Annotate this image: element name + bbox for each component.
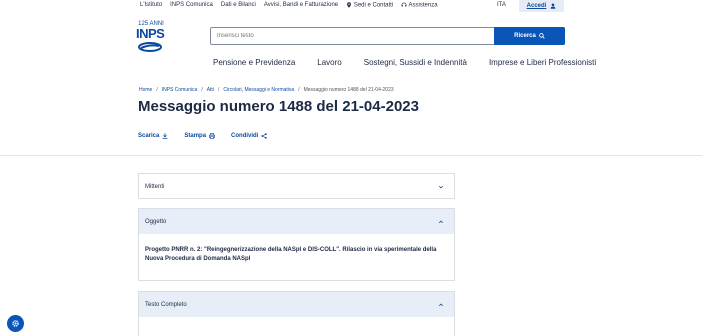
search-icon [539,33,545,39]
accordion-oggetto-body: Progetto PNRR n. 2: "Reingegnerizzazione… [145,247,437,262]
page-actions: Scarica Stampa Condividi [138,133,268,139]
section-divider [0,155,702,156]
utility-link-istituto[interactable]: L'Istituto [140,2,162,9]
breadcrumb-current: Messaggio numero 1488 del 21-04-2023 [303,87,394,93]
gear-icon [12,320,19,327]
search-button-label: Ricerca [514,33,536,39]
language-selector[interactable]: ITA [497,2,506,8]
accordion-testo-label: Testo Completo [145,301,187,308]
headset-icon [401,2,407,7]
breadcrumb-home[interactable]: Home [139,87,152,93]
breadcrumb-separator: / [217,87,220,93]
accordion-oggetto-header[interactable]: Oggetto [139,209,454,234]
utility-link-sedi[interactable]: Sedi e Contatti [346,2,393,9]
utility-link-dati-bilanci[interactable]: Dati e Bilanci [221,2,256,9]
page-title: Messaggio numero 1488 del 21-04-2023 [138,98,419,115]
nav-item-pensione[interactable]: Pensione e Previdenza [213,58,295,67]
accordion-mittenti: Mittenti [138,173,455,199]
print-label: Stampa [184,133,207,139]
logo-brand: INPS [136,26,165,41]
main-nav: Pensione e Previdenza Lavoro Sostegni, S… [213,58,618,67]
download-label: Scarica [138,133,160,139]
user-icon [550,3,556,9]
share-label: Condividi [231,133,259,139]
accordion-mittenti-label: Mittenti [145,183,165,190]
download-icon [162,133,168,139]
breadcrumb-separator: / [201,87,203,93]
accordion-testo-header[interactable]: Testo Completo [139,292,454,317]
breadcrumb-inps-comunica[interactable]: INPS Comunica [162,87,198,93]
accessibility-settings-button[interactable] [7,315,24,332]
chevron-up-icon [438,220,444,223]
location-pin-icon [347,2,352,8]
login-label: Accedi [526,3,547,9]
share-icon [261,133,268,139]
print-button[interactable]: Stampa [184,133,216,139]
top-utility-bar: L'Istituto INPS Comunica Dati e Bilanci … [0,0,702,12]
breadcrumb-separator: / [156,87,158,93]
accordion-oggetto-label: Oggetto [145,218,167,225]
accordion-mittenti-header[interactable]: Mittenti [139,174,454,199]
inps-logo[interactable]: 125 ANNI INPS [136,21,166,61]
utility-links: L'Istituto INPS Comunica Dati e Bilanci … [140,2,438,9]
breadcrumb: Home / INPS Comunica / Atti / Circolari,… [139,87,394,93]
utility-link-assistenza-label: Assistenza [408,2,438,9]
login-button[interactable]: Accedi [519,0,564,12]
search-bar: Ricerca [210,27,565,45]
download-button[interactable]: Scarica [138,133,168,139]
search-button[interactable]: Ricerca [494,27,565,45]
utility-link-assistenza[interactable]: Assistenza [401,2,438,9]
breadcrumb-separator: / [298,87,300,93]
utility-link-inps-comunica[interactable]: INPS Comunica [170,2,213,9]
accordion-oggetto: Oggetto Progetto PNRR n. 2: "Reingegneri… [138,208,455,281]
chevron-down-icon [438,185,444,188]
nav-item-imprese[interactable]: Imprese e Liberi Professionisti [489,58,596,67]
nav-item-sostegni[interactable]: Sostegni, Sussidi e Indennità [364,58,467,67]
print-icon [209,133,216,139]
search-input[interactable] [211,28,494,44]
utility-link-sedi-label: Sedi e Contatti [353,2,394,9]
accordion-testo-completo: Testo Completo [138,291,455,336]
share-button[interactable]: Condividi [231,133,268,139]
nav-item-lavoro[interactable]: Lavoro [317,58,341,67]
logo-swoosh-icon [138,42,162,52]
utility-link-avvisi[interactable]: Avvisi, Bandi e Fatturazione [264,2,338,9]
breadcrumb-atti[interactable]: Atti [207,87,214,93]
breadcrumb-circolari[interactable]: Circolari, Messaggi e Normativa [223,87,294,93]
chevron-up-icon [438,303,444,306]
